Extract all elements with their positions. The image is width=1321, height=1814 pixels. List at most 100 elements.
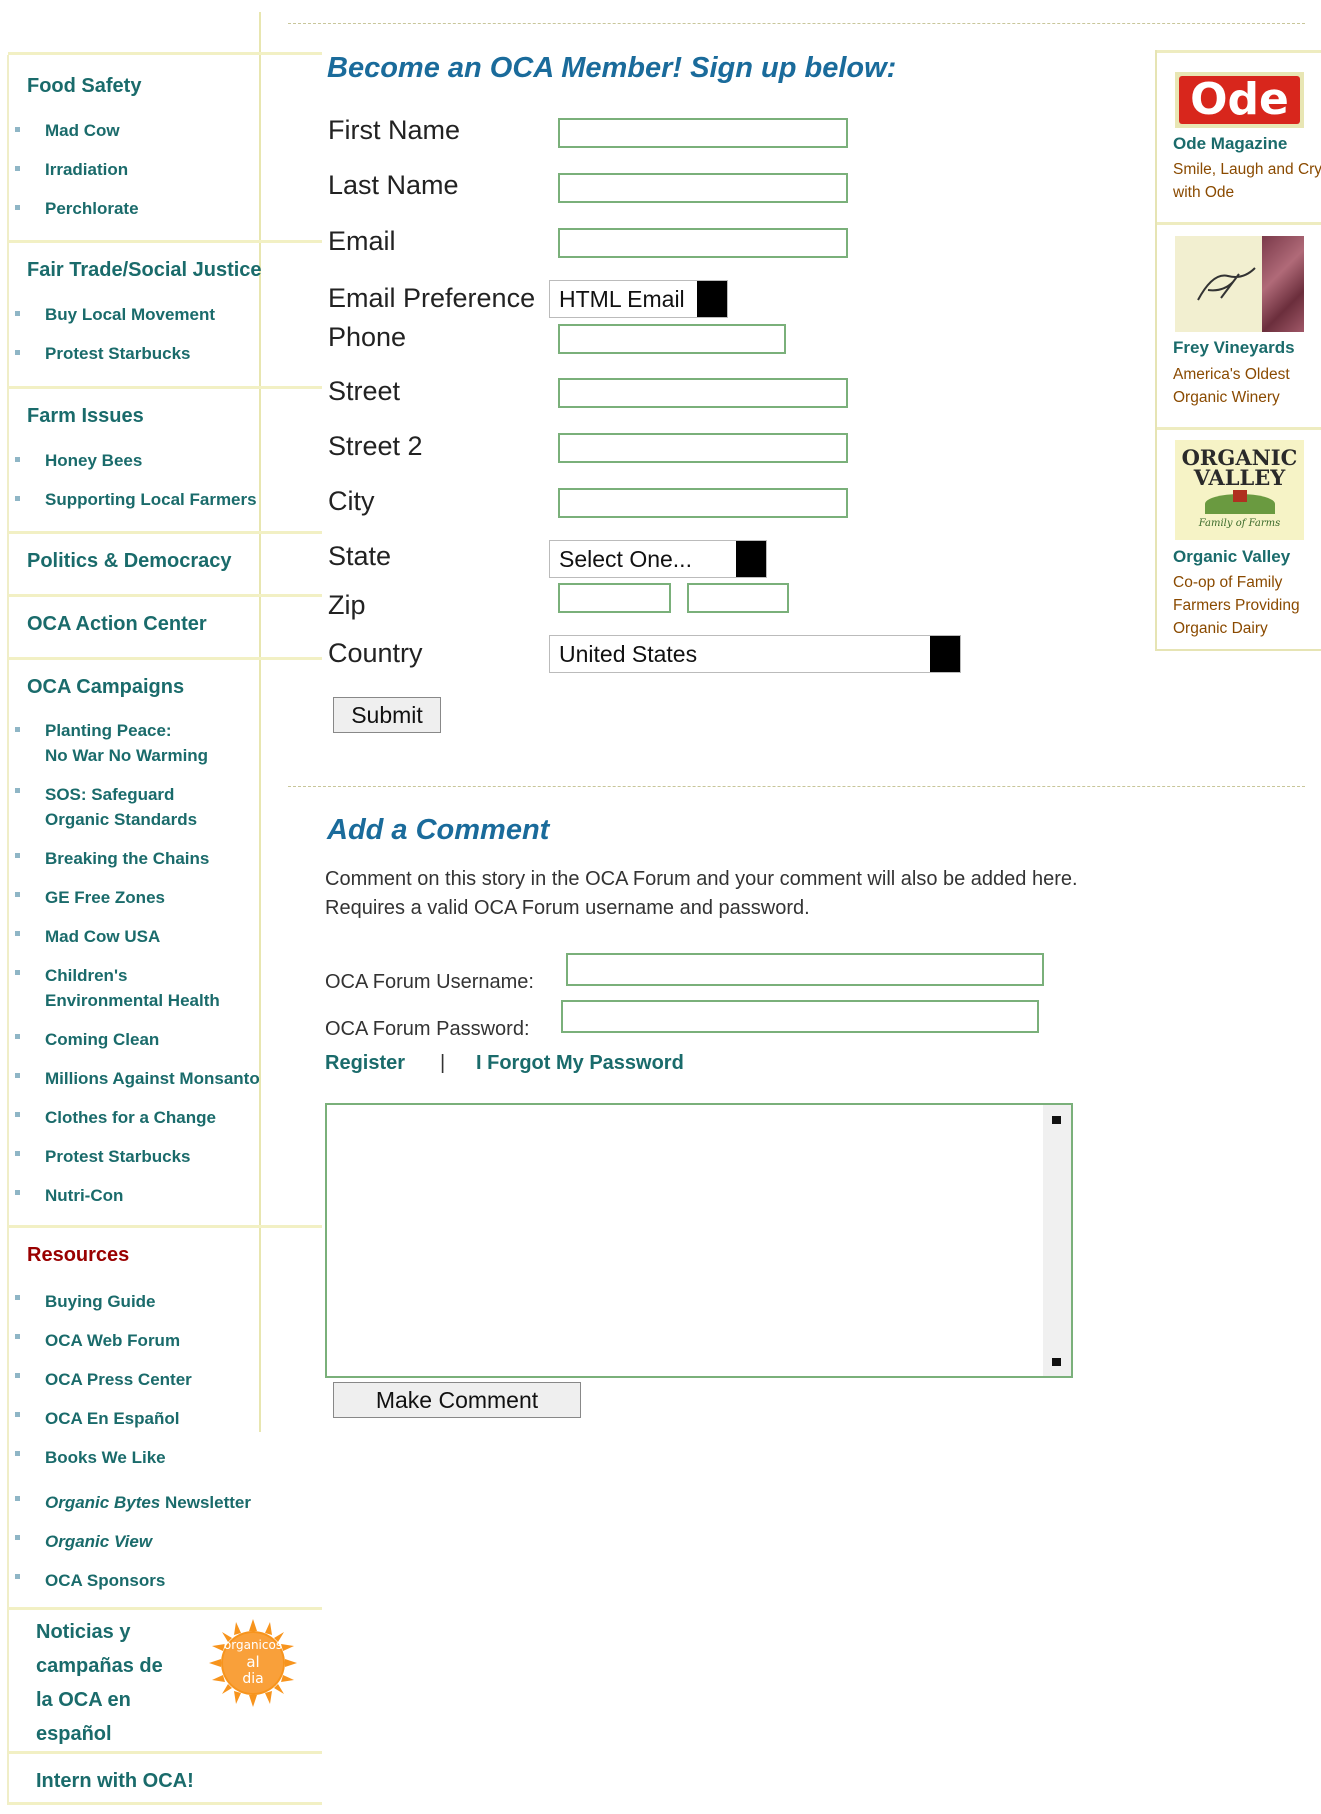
sidebar-divider xyxy=(259,12,261,1432)
link-planting-peace[interactable]: Planting Peace: No War No Warming xyxy=(45,718,208,768)
link-text: Organic Bytes xyxy=(45,1493,161,1512)
forum-password-input[interactable] xyxy=(561,1000,1039,1033)
forgot-password-link[interactable]: I Forgot My Password xyxy=(476,1052,684,1075)
espanol-line: Noticias y xyxy=(36,1621,131,1643)
first-name-input[interactable] xyxy=(558,118,848,148)
forum-username-input[interactable] xyxy=(566,953,1044,986)
link-coming-clean[interactable]: Coming Clean xyxy=(45,1027,159,1052)
country-select[interactable]: United States xyxy=(549,635,961,673)
link-monsanto[interactable]: Millions Against Monsanto xyxy=(45,1066,260,1091)
divider xyxy=(8,52,322,55)
logo-text: dia xyxy=(242,1671,263,1687)
zip-input[interactable] xyxy=(558,583,671,613)
heading-food-safety[interactable]: Food Safety xyxy=(27,75,141,98)
heading-action-center[interactable]: OCA Action Center xyxy=(27,613,207,636)
ad-name-frey[interactable]: Frey Vineyards xyxy=(1173,338,1295,358)
organic-valley-logo[interactable]: ORGANIC VALLEY Family of Farms xyxy=(1175,440,1304,540)
frey-grape-image xyxy=(1262,236,1304,332)
last-name-input[interactable] xyxy=(558,173,848,203)
ov-logo-line: VALLEY xyxy=(1193,465,1286,490)
link-local-farmers[interactable]: Supporting Local Farmers xyxy=(45,487,257,512)
scrollbar[interactable] xyxy=(1043,1105,1071,1376)
select-value: Select One... xyxy=(559,546,692,572)
link-mad-cow[interactable]: Mad Cow xyxy=(45,118,120,143)
link-buying-guide[interactable]: Buying Guide xyxy=(45,1289,156,1314)
link-honey-bees[interactable]: Honey Bees xyxy=(45,448,142,473)
heading-politics[interactable]: Politics & Democracy xyxy=(27,550,232,573)
link-protest-starbucks-2[interactable]: Protest Starbucks xyxy=(45,1144,191,1169)
scroll-up-icon[interactable] xyxy=(1052,1116,1061,1124)
organicos-al-dia-logo[interactable]: organicos al dia xyxy=(207,1617,299,1709)
ad-name-ode[interactable]: Ode Magazine xyxy=(1173,134,1287,154)
section-divider xyxy=(288,786,1305,787)
ad-desc-frey: America's Oldest Organic Winery xyxy=(1173,366,1290,406)
link-childrens-health[interactable]: Children's Environmental Health xyxy=(45,963,220,1013)
link-mad-cow-usa[interactable]: Mad Cow USA xyxy=(45,924,160,949)
bullet-icon xyxy=(15,970,20,975)
link-en-espanol[interactable]: OCA En Español xyxy=(45,1406,179,1431)
bullet-icon xyxy=(15,892,20,897)
scroll-down-icon[interactable] xyxy=(1052,1358,1061,1366)
comment-textarea[interactable] xyxy=(325,1103,1073,1378)
link-breaking-chains[interactable]: Breaking the Chains xyxy=(45,846,209,871)
zip-ext-input[interactable] xyxy=(687,583,789,613)
make-comment-button[interactable]: Make Comment xyxy=(333,1382,581,1418)
link-sponsors[interactable]: OCA Sponsors xyxy=(45,1568,165,1593)
link-irradiation[interactable]: Irradiation xyxy=(45,157,128,182)
dropdown-arrow-icon[interactable] xyxy=(697,281,727,317)
dropdown-arrow-icon[interactable] xyxy=(930,636,960,672)
espanol-link[interactable]: Noticias y campañas de la OCA en español xyxy=(36,1615,206,1751)
bullet-icon xyxy=(15,496,20,501)
zip-label: Zip xyxy=(328,590,366,620)
ov-barn-image xyxy=(1233,490,1247,502)
submit-button[interactable]: Submit xyxy=(333,697,441,733)
select-value: United States xyxy=(559,641,698,667)
link-press-center[interactable]: OCA Press Center xyxy=(45,1367,192,1392)
bullet-icon xyxy=(15,1151,20,1156)
link-protest-starbucks[interactable]: Protest Starbucks xyxy=(45,341,191,366)
link-buy-local[interactable]: Buy Local Movement xyxy=(45,302,215,327)
link-organic-view[interactable]: Organic View xyxy=(45,1529,152,1554)
email-pref-select[interactable]: HTML Email xyxy=(549,280,728,318)
street-label: Street xyxy=(328,376,401,406)
divider xyxy=(8,1607,322,1610)
heading-fair-trade[interactable]: Fair Trade/Social Justice xyxy=(27,259,262,282)
phone-input[interactable] xyxy=(558,324,786,354)
frey-logo[interactable] xyxy=(1175,236,1304,332)
signup-title: Become an OCA Member! Sign up below: xyxy=(327,52,897,84)
state-select[interactable]: Select One... xyxy=(549,540,767,578)
street2-input[interactable] xyxy=(558,433,848,463)
link-clothes[interactable]: Clothes for a Change xyxy=(45,1105,216,1130)
link-perchlorate[interactable]: Perchlorate xyxy=(45,196,139,221)
bullet-icon xyxy=(15,1295,20,1300)
bullet-icon xyxy=(15,853,20,858)
dropdown-arrow-icon[interactable] xyxy=(736,541,766,577)
link-intern[interactable]: Intern with OCA! xyxy=(36,1770,194,1793)
bullet-icon xyxy=(15,1190,20,1195)
email-input[interactable] xyxy=(558,228,848,258)
link-organic-bytes[interactable]: Organic Bytes Newsletter xyxy=(45,1490,251,1515)
divider xyxy=(8,531,322,534)
bullet-icon xyxy=(15,1334,20,1339)
link-ge-free[interactable]: GE Free Zones xyxy=(45,885,165,910)
divider xyxy=(1157,50,1321,53)
street-input[interactable] xyxy=(558,378,848,408)
logo-text: al xyxy=(246,1653,259,1671)
link-nutri-con[interactable]: Nutri-Con xyxy=(45,1183,123,1208)
bullet-icon xyxy=(15,1073,20,1078)
link-books[interactable]: Books We Like xyxy=(45,1445,166,1470)
sponsor-ads: Ode Ode Magazine Smile, Laugh and Cry wi… xyxy=(1155,50,1321,651)
link-web-forum[interactable]: OCA Web Forum xyxy=(45,1328,180,1353)
last-name-label: Last Name xyxy=(328,170,459,200)
heading-campaigns[interactable]: OCA Campaigns xyxy=(27,676,184,699)
register-link[interactable]: Register xyxy=(325,1052,405,1075)
bullet-icon xyxy=(15,1034,20,1039)
ode-logo[interactable]: Ode xyxy=(1175,72,1304,128)
state-label: State xyxy=(328,541,392,571)
link-sos[interactable]: SOS: Safeguard Organic Standards xyxy=(45,782,197,832)
heading-farm-issues[interactable]: Farm Issues xyxy=(27,405,144,428)
ad-name-organic-valley[interactable]: Organic Valley xyxy=(1173,547,1290,567)
bullet-icon xyxy=(15,1112,20,1117)
city-input[interactable] xyxy=(558,488,848,518)
bullet-icon xyxy=(15,1574,20,1579)
